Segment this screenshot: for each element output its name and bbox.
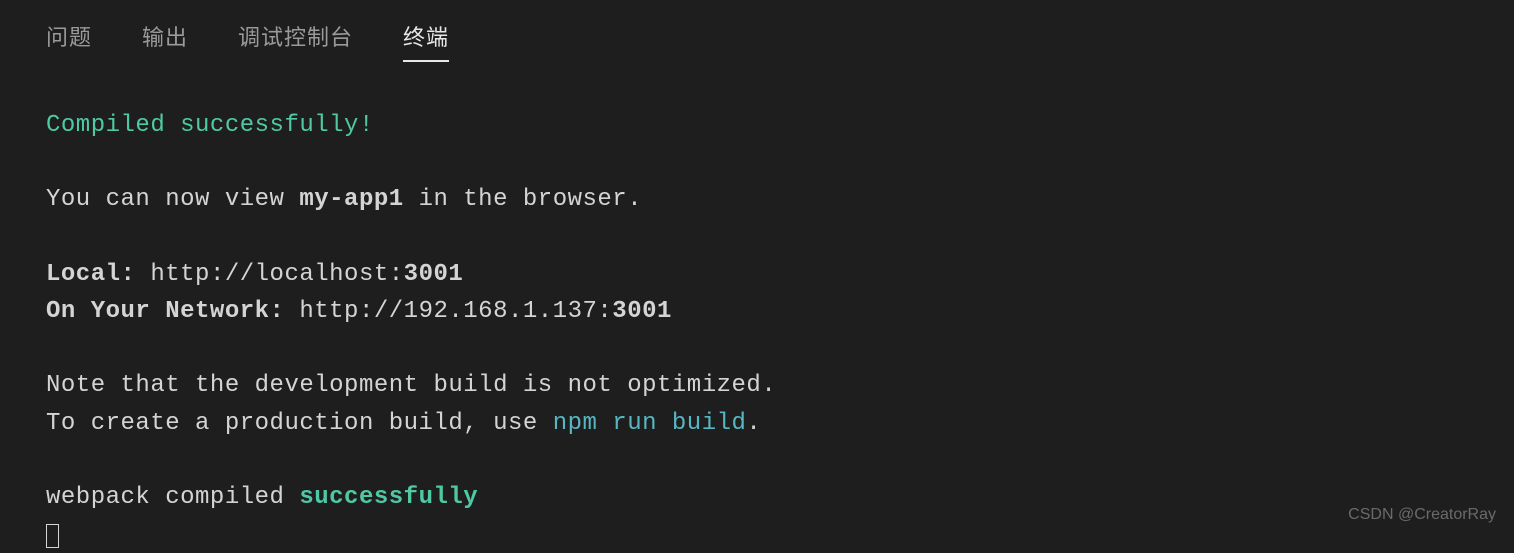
local-port: 3001	[404, 261, 464, 288]
note-line-2-suffix: .	[746, 410, 761, 437]
compiled-success-msg: Compiled successfully!	[46, 112, 374, 139]
note-line-2-prefix: To create a production build, use	[46, 410, 553, 437]
local-url: http://localhost:	[150, 261, 403, 288]
terminal-cursor	[46, 524, 59, 548]
webpack-status: successfully	[299, 484, 478, 511]
view-text-suffix: in the browser.	[404, 186, 642, 213]
tab-problems[interactable]: 问题	[46, 20, 92, 62]
build-command: npm run build	[553, 410, 747, 437]
note-line-1: Note that the development build is not o…	[46, 367, 1468, 404]
tab-debug-console[interactable]: 调试控制台	[238, 20, 353, 62]
network-url: http://192.168.1.137:	[299, 298, 612, 325]
network-label: On Your Network:	[46, 298, 284, 325]
terminal-output[interactable]: Compiled successfully! You can now view …	[0, 62, 1514, 553]
app-name: my-app1	[299, 186, 403, 213]
webpack-prefix: webpack compiled	[46, 484, 299, 511]
local-label: Local:	[46, 261, 135, 288]
tab-terminal[interactable]: 终端	[403, 20, 449, 62]
network-port: 3001	[612, 298, 672, 325]
watermark: CSDN @CreatorRay	[1348, 506, 1496, 524]
view-text-prefix: You can now view	[46, 186, 299, 213]
tab-output[interactable]: 输出	[142, 20, 188, 62]
panel-tabs: 问题 输出 调试控制台 终端	[0, 0, 1514, 62]
